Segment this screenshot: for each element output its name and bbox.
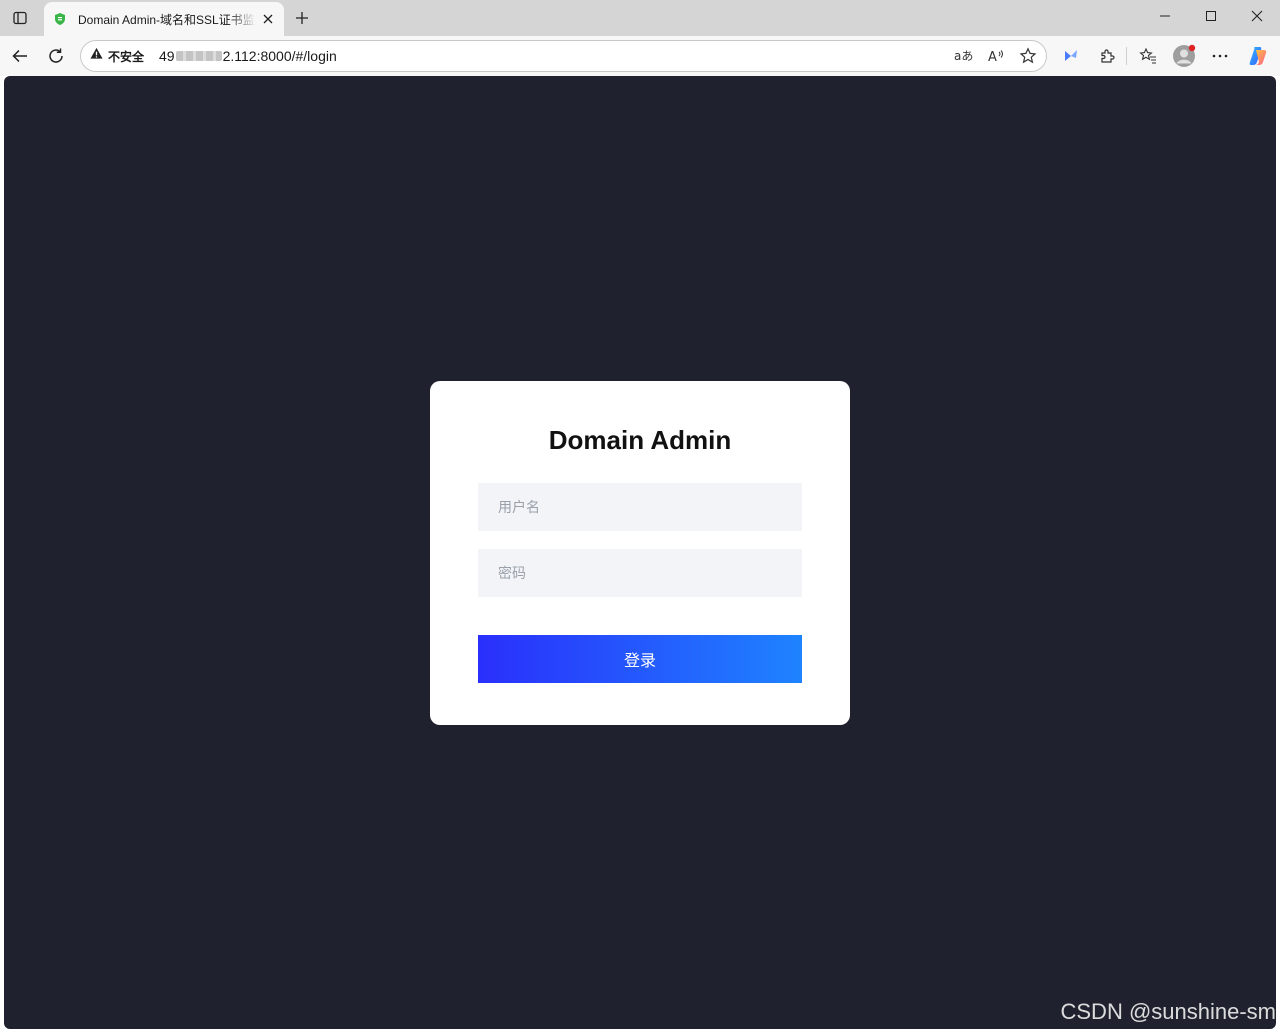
new-tab-icon[interactable] xyxy=(288,4,316,32)
security-indicator[interactable]: 不安全 xyxy=(90,41,144,71)
tab-actions-icon[interactable] xyxy=(6,4,34,32)
username-input[interactable] xyxy=(478,483,802,531)
close-window-icon[interactable] xyxy=(1234,0,1280,32)
security-label: 不安全 xyxy=(108,49,145,64)
refresh-icon[interactable] xyxy=(42,42,70,70)
login-button[interactable]: 登录 xyxy=(478,635,802,683)
tab-strip: Domain Admin-域名和SSL证书监控 xyxy=(0,0,1280,36)
password-input[interactable] xyxy=(478,549,802,597)
translate-icon[interactable]: aあ xyxy=(952,44,976,68)
address-bar[interactable]: 不安全 49 2.112:8000/#/login aあ A xyxy=(80,40,1047,72)
read-aloud-icon[interactable]: A xyxy=(984,44,1008,68)
page-viewport: Domain Admin 登录 xyxy=(4,76,1276,1029)
extensions-icon[interactable] xyxy=(1093,42,1121,70)
login-title: Domain Admin xyxy=(548,425,732,455)
back-icon[interactable] xyxy=(6,42,34,70)
browser-tab-active[interactable]: Domain Admin-域名和SSL证书监控 xyxy=(44,2,284,36)
extension-bird-icon[interactable] xyxy=(1057,42,1085,70)
login-card: Domain Admin 登录 xyxy=(430,381,850,725)
favorite-star-icon[interactable] xyxy=(1016,44,1040,68)
profile-avatar-icon[interactable] xyxy=(1170,42,1198,70)
favorites-icon[interactable] xyxy=(1134,42,1162,70)
url-redacted xyxy=(175,51,222,61)
warning-icon xyxy=(90,47,103,65)
url-prefix: 49 xyxy=(159,48,175,64)
tab-title: Domain Admin-域名和SSL证书监控 xyxy=(78,12,256,27)
watermark-text: CSDN @sunshine-sm xyxy=(1060,999,1277,1024)
close-tab-icon[interactable] xyxy=(258,9,278,29)
url-suffix: 2.112:8000/#/login xyxy=(222,48,337,64)
more-options-icon[interactable] xyxy=(1206,42,1234,70)
url-text[interactable]: 49 2.112:8000/#/login xyxy=(159,41,337,71)
browser-toolbar: 不安全 49 2.112:8000/#/login aあ A xyxy=(0,36,1280,76)
copilot-icon[interactable] xyxy=(1244,42,1272,70)
shield-icon xyxy=(52,11,68,27)
maximize-icon[interactable] xyxy=(1188,0,1234,32)
minimize-icon[interactable] xyxy=(1142,0,1188,32)
toolbar-separator xyxy=(1126,47,1127,65)
svg-text:A: A xyxy=(988,50,997,64)
svg-text:aあ: aあ xyxy=(954,49,973,63)
